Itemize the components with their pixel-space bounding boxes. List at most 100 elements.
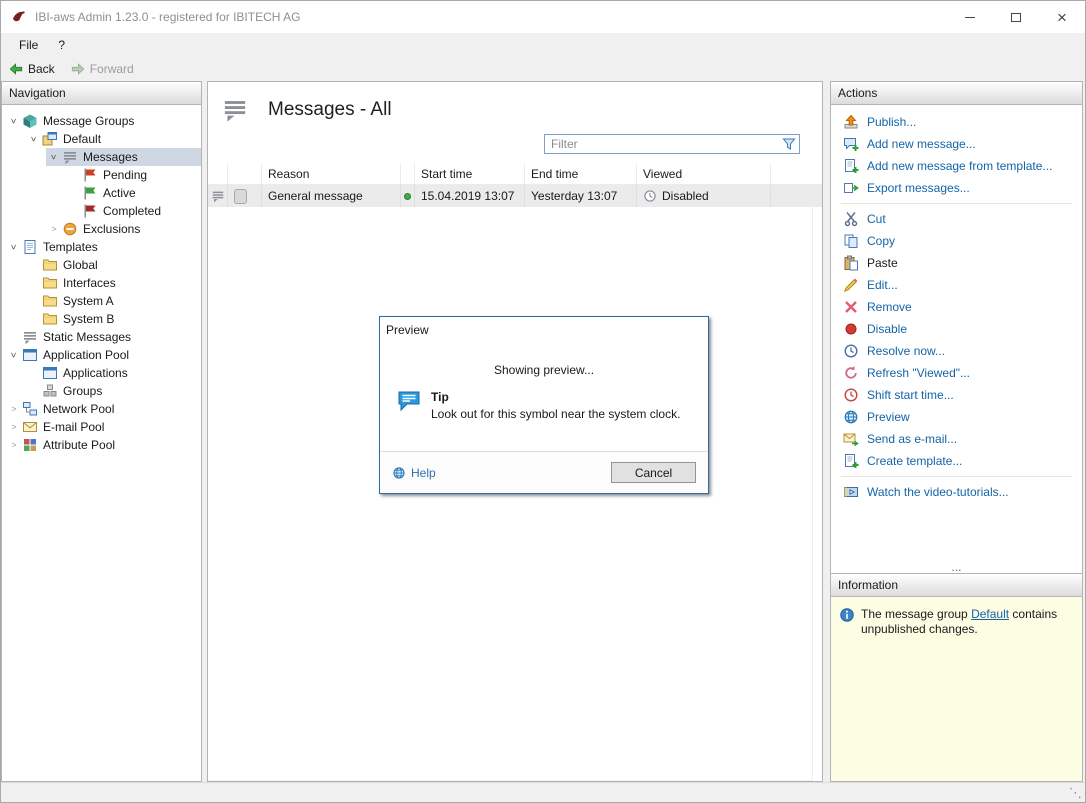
sidebar-item-applications[interactable]: Applications <box>26 364 201 382</box>
action-watch-video-tutorials[interactable]: Watch the video-tutorials... <box>831 481 1082 503</box>
help-label: Help <box>411 466 436 480</box>
action-cut[interactable]: Cut <box>831 208 1082 230</box>
application-pool-icon <box>22 347 38 363</box>
actions-more-indicator[interactable]: ... <box>831 562 1082 572</box>
minimize-button[interactable] <box>947 1 993 33</box>
chevron-expanded-icon[interactable] <box>6 116 22 126</box>
default-group-link[interactable]: Default <box>971 607 1009 621</box>
column-viewed[interactable]: Viewed <box>637 163 771 184</box>
row-start-cell: 15.04.2019 13:07 <box>415 185 525 207</box>
filter-input[interactable] <box>544 134 800 154</box>
chevron-collapsed-icon[interactable] <box>6 422 22 432</box>
sidebar-item-system-b[interactable]: System B <box>26 310 201 328</box>
action-edit[interactable]: Edit... <box>831 274 1082 296</box>
action-preview[interactable]: Preview <box>831 406 1082 428</box>
sidebar-item-groups[interactable]: Groups <box>26 382 201 400</box>
action-refresh-viewed[interactable]: Refresh "Viewed"... <box>831 362 1082 384</box>
tree-item-label: Default <box>63 132 107 146</box>
chevron-expanded-icon[interactable] <box>46 152 62 162</box>
chevron-placeholder <box>66 188 82 198</box>
action-send-as-email[interactable]: Send as e-mail... <box>831 428 1082 450</box>
sidebar-item-static-messages[interactable]: Static Messages <box>6 328 201 346</box>
action-shift-start-time[interactable]: Shift start time... <box>831 384 1082 406</box>
chevron-collapsed-icon[interactable] <box>46 224 62 234</box>
navigation-panel-header: Navigation <box>2 82 201 105</box>
table-row[interactable]: General message 15.04.2019 13:07 Yesterd… <box>208 185 822 207</box>
filter-row <box>208 131 822 157</box>
cancel-button[interactable]: Cancel <box>611 462 696 483</box>
column-status-dot[interactable] <box>401 163 415 184</box>
chevron-collapsed-icon[interactable] <box>6 404 22 414</box>
static-messages-icon <box>22 329 38 345</box>
chevron-placeholder <box>66 206 82 216</box>
row-status-cell <box>401 185 415 207</box>
menu-help[interactable]: ? <box>48 35 75 55</box>
sidebar-item-exclusions[interactable]: Exclusions <box>46 220 201 238</box>
column-end-time[interactable]: End time <box>525 163 637 184</box>
dialog-status-text: Showing preview... <box>380 363 708 377</box>
action-resolve-now[interactable]: Resolve now... <box>831 340 1082 362</box>
action-publish[interactable]: Publish... <box>831 111 1082 133</box>
sidebar-item-system-a[interactable]: System A <box>26 292 201 310</box>
edit-icon <box>843 277 859 293</box>
action-add-new-message[interactable]: Add new message... <box>831 133 1082 155</box>
sidebar-item-completed[interactable]: Completed <box>66 202 201 220</box>
action-label: Export messages... <box>867 181 970 195</box>
sidebar-item-message-groups[interactable]: Message Groups <box>6 112 201 130</box>
tip-bubble-icon <box>397 390 421 412</box>
viewed-value: Disabled <box>662 189 709 203</box>
sidebar-item-interfaces[interactable]: Interfaces <box>26 274 201 292</box>
sidebar-item-messages[interactable]: Messages <box>46 148 201 166</box>
app-window: IBI-aws Admin 1.23.0 - registered for IB… <box>0 0 1086 803</box>
forward-button[interactable]: Forward <box>71 62 134 76</box>
column-icon-a[interactable] <box>208 163 228 184</box>
close-button[interactable] <box>1039 1 1085 33</box>
sidebar-item-default[interactable]: Default <box>26 130 201 148</box>
action-add-message-from-template[interactable]: Add new message from template... <box>831 155 1082 177</box>
sidebar-item-application-pool[interactable]: Application Pool <box>6 346 201 364</box>
sidebar-item-attribute-pool[interactable]: Attribute Pool <box>6 436 201 454</box>
sidebar-item-global[interactable]: Global <box>26 256 201 274</box>
dialog-tip: Tip Look out for this symbol near the sy… <box>397 390 708 421</box>
folder-icon <box>42 257 58 273</box>
chevron-expanded-icon[interactable] <box>26 134 42 144</box>
column-reason[interactable]: Reason <box>262 163 401 184</box>
action-copy[interactable]: Copy <box>831 230 1082 252</box>
maximize-button[interactable] <box>993 1 1039 33</box>
action-disable[interactable]: Disable <box>831 318 1082 340</box>
video-icon <box>843 484 859 500</box>
sidebar-item-active[interactable]: Active <box>66 184 201 202</box>
help-link[interactable]: Help <box>392 466 436 480</box>
sidebar-item-pending[interactable]: Pending <box>66 166 201 184</box>
filter-icon[interactable] <box>781 136 797 152</box>
column-filler <box>771 163 822 184</box>
sidebar-item-email-pool[interactable]: E-mail Pool <box>6 418 201 436</box>
template-icon <box>22 239 38 255</box>
action-export-messages[interactable]: Export messages... <box>831 177 1082 199</box>
folder-icon <box>42 293 58 309</box>
sidebar-item-network-pool[interactable]: Network Pool <box>6 400 201 418</box>
publish-icon <box>843 114 859 130</box>
row-reason-cell: General message <box>262 185 401 207</box>
help-globe-icon <box>392 466 406 480</box>
sidebar-item-templates[interactable]: Templates <box>6 238 201 256</box>
row-filler <box>771 185 822 207</box>
action-remove[interactable]: Remove <box>831 296 1082 318</box>
action-create-template[interactable]: Create template... <box>831 450 1082 472</box>
action-paste[interactable]: Paste <box>831 252 1082 274</box>
add-from-template-icon <box>843 158 859 174</box>
menu-file[interactable]: File <box>9 35 48 55</box>
back-arrow-icon <box>9 62 23 76</box>
chevron-collapsed-icon[interactable] <box>6 440 22 450</box>
action-label: Disable <box>867 322 907 336</box>
preview-globe-icon <box>843 409 859 425</box>
active-status-dot-icon <box>404 193 411 200</box>
resize-grip[interactable] <box>1069 785 1082 801</box>
chevron-expanded-icon[interactable] <box>6 350 22 360</box>
chevron-expanded-icon[interactable] <box>6 242 22 252</box>
back-button[interactable]: Back <box>9 62 55 76</box>
column-icon-b[interactable] <box>228 163 262 184</box>
message-groups-icon <box>22 113 38 129</box>
paste-icon <box>843 255 859 271</box>
column-start-time[interactable]: Start time <box>415 163 525 184</box>
